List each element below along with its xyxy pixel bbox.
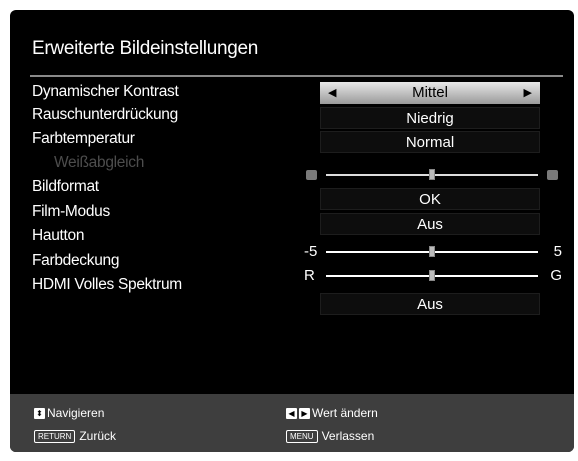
hdmi-full-range-value[interactable]: Aus — [320, 293, 540, 315]
slider-max-label: 5 — [553, 243, 562, 260]
skin-tone-slider[interactable]: -5 5 — [304, 241, 562, 263]
hint-back: RETURN Zurück — [34, 429, 116, 444]
dynamic-contrast-value: Mittel — [412, 84, 448, 101]
setting-label-skin-tone: Hautton — [32, 227, 85, 244]
right-arrow-icon: ▶ — [299, 408, 310, 420]
setting-label-film-mode: Film-Modus — [32, 203, 110, 220]
return-key-icon: RETURN — [34, 430, 76, 444]
setting-label-picture-format: Bildformat — [32, 178, 99, 195]
advanced-picture-settings-menu: Erweiterte Bildeinstellungen Dynamischer… — [10, 10, 574, 452]
left-arrow-icon: ◀ — [286, 408, 297, 420]
slider-max-square-icon — [547, 170, 558, 180]
picture-format-ok-button[interactable]: OK — [320, 188, 540, 210]
setting-label-color-shift: Farbdeckung — [32, 252, 120, 269]
setting-label-color-temperature: Farbtemperatur — [32, 130, 135, 147]
white-balance-slider — [306, 164, 558, 186]
slider-knob[interactable] — [429, 270, 435, 281]
slider-knob[interactable] — [429, 246, 435, 257]
film-mode-value[interactable]: Aus — [320, 213, 540, 235]
color-temperature-value[interactable]: Normal — [320, 131, 540, 153]
menu-key-icon: MENU — [286, 430, 318, 444]
slider-knob — [429, 169, 435, 180]
noise-reduction-value[interactable]: Niedrig — [320, 107, 540, 129]
hint-exit: MENU Verlassen — [286, 429, 374, 444]
title-divider — [30, 75, 563, 77]
slider-min-label: R — [304, 267, 315, 284]
slider-min-square-icon — [306, 170, 317, 180]
arrow-left-icon[interactable]: ◀ — [328, 82, 336, 104]
dynamic-contrast-selector[interactable]: ◀ Mittel ▶ — [320, 82, 540, 104]
hint-navigate: ⬍ Navigieren — [34, 406, 104, 420]
setting-label-dynamic-contrast: Dynamischer Kontrast — [32, 83, 179, 100]
setting-label-white-balance: Weißabgleich — [54, 154, 145, 171]
slider-min-label: -5 — [304, 243, 318, 260]
up-down-arrow-icon: ⬍ — [34, 408, 45, 420]
slider-max-label: G — [550, 267, 562, 284]
color-shift-slider[interactable]: R G — [304, 265, 562, 287]
setting-label-hdmi-full-range: HDMI Volles Spektrum — [32, 276, 182, 293]
setting-label-noise-reduction: Rauschunterdrückung — [32, 106, 178, 123]
menu-title: Erweiterte Bildeinstellungen — [32, 38, 259, 59]
arrow-right-icon[interactable]: ▶ — [524, 82, 532, 104]
footer-hints: ⬍ Navigieren ◀ ▶ Wert ändern RETURN Zurück M… — [10, 394, 574, 452]
hint-change-value: ◀ ▶ Wert ändern — [286, 406, 378, 420]
